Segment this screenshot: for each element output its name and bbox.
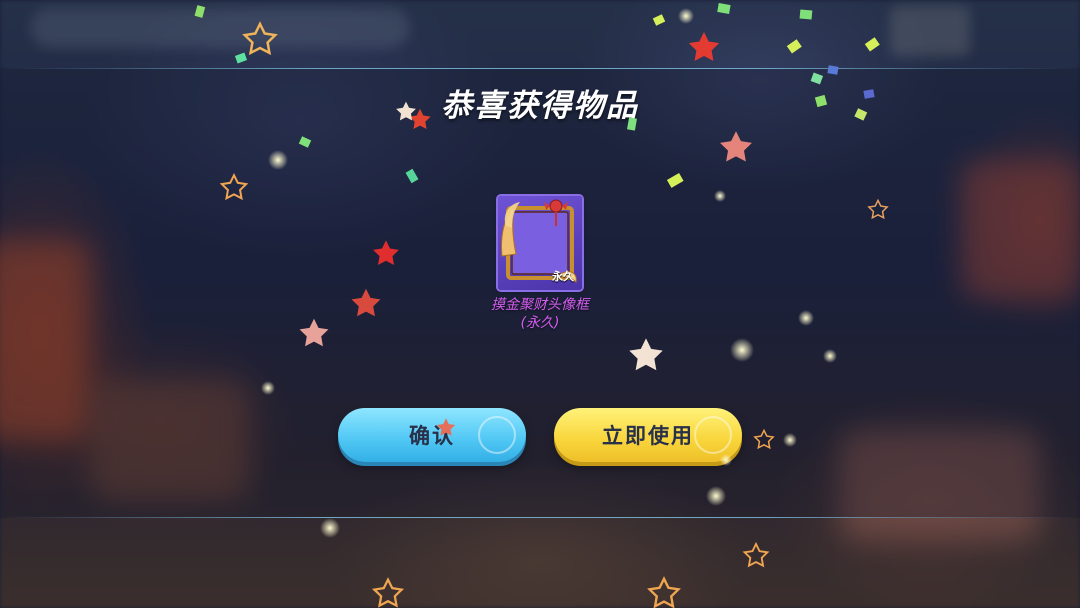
reward-item-name-line1: 摸金聚财头像框 [491,297,589,313]
reward-item-name-line2: (永久) [520,315,560,331]
reward-item-name: 摸金聚财头像框 (永久) [440,296,640,332]
confirm-button[interactable]: 确认 [338,408,526,462]
dialog-title: 恭喜获得物品 [441,88,639,124]
dialog-top-border [0,68,1080,69]
reward-item-card[interactable]: 永久 [498,196,582,290]
use-now-button-label: 立即使用 [602,424,694,448]
blurred-top-icon [890,6,970,56]
dialog-bottom-border [0,517,1080,518]
button-decoration-icon [478,416,516,454]
reward-dialog-panel [0,68,1080,518]
blurred-top-bar [30,8,410,48]
confirm-button-label: 确认 [409,424,455,448]
button-decoration-icon [694,416,732,454]
duration-tag: 永久 [552,270,574,283]
use-now-button[interactable]: 立即使用 [554,408,742,462]
